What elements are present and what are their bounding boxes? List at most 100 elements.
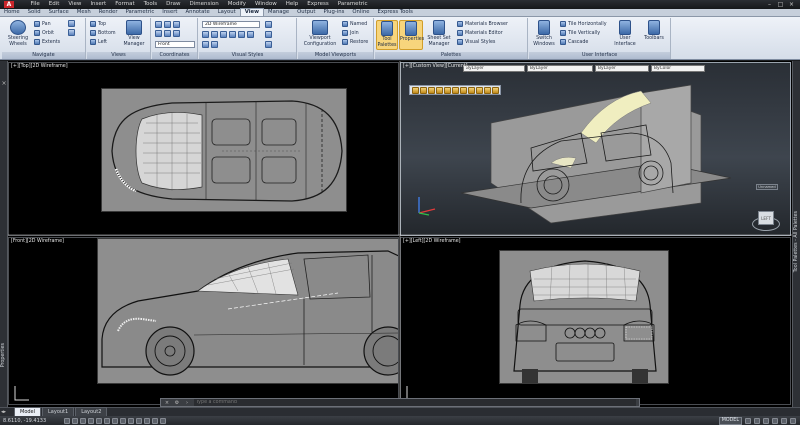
lineweight-toggle-icon[interactable] (136, 417, 142, 424)
grid-toggle-icon[interactable] (72, 417, 78, 424)
annotation-scale-icon[interactable] (754, 417, 760, 424)
ucs-zaxis-icon[interactable] (164, 30, 171, 37)
tile-horizontally-button[interactable]: Tile Horizontally (560, 20, 607, 28)
tab-plug-ins[interactable]: Plug-ins (320, 8, 349, 16)
tool-palettes-button[interactable]: Tool Palettes (376, 20, 398, 50)
view-manager-button[interactable]: View Manager (119, 20, 149, 50)
dyn-toggle-icon[interactable] (128, 417, 134, 424)
ucs-icon[interactable] (155, 21, 162, 28)
isolate-objects-icon[interactable] (781, 417, 787, 424)
3dosnap-toggle-icon[interactable] (104, 417, 110, 424)
layout-tab-model[interactable]: Model (14, 407, 42, 416)
edge-jitter-icon[interactable] (265, 41, 272, 48)
otrack-toggle-icon[interactable] (112, 417, 118, 424)
panel-title-user-interface: User Interface (529, 52, 670, 59)
edges-icon[interactable] (211, 31, 218, 38)
viewport-front-label[interactable]: [Front][2D Wireframe] (11, 239, 64, 244)
visual-style-slider-icon[interactable] (265, 21, 272, 28)
panel-title-views: Views (87, 52, 150, 59)
tile-vertically-button[interactable]: Tile Vertically (560, 29, 600, 37)
opacity-icon[interactable] (211, 41, 218, 48)
pan-button[interactable]: Pan (34, 20, 51, 28)
materials-editor-button[interactable]: Materials Editor (457, 29, 503, 37)
view-top-icon (90, 21, 96, 27)
command-input[interactable] (194, 399, 636, 406)
tab-output[interactable]: Output (293, 8, 319, 16)
tab-express-tools[interactable]: Express Tools (373, 8, 416, 16)
lighting-icon[interactable] (229, 31, 236, 38)
showmotion-icon[interactable] (68, 29, 75, 36)
ucs-previous-icon[interactable] (173, 21, 180, 28)
extents-button[interactable]: Extents (34, 38, 60, 46)
tab-nav-arrows-icon[interactable]: ◂▸ (1, 409, 6, 415)
properties-button[interactable]: Properties (399, 20, 424, 50)
join-viewports-button[interactable]: Join (342, 29, 359, 37)
viewport-custom-label[interactable]: [+][Custom View][Current] (403, 64, 468, 69)
materials-browser-button[interactable]: Materials Browser (457, 20, 508, 28)
polar-toggle-icon[interactable] (88, 417, 94, 424)
layout-tab-layout2[interactable]: Layout2 (75, 407, 108, 416)
tab-surface[interactable]: Surface (45, 8, 73, 16)
viewport-left-label[interactable]: [+][Left][2D Wireframe] (403, 239, 461, 244)
ucs-world-icon[interactable] (164, 21, 171, 28)
quick-properties-toggle-icon[interactable] (152, 417, 158, 424)
quick-view-layouts-icon[interactable] (745, 417, 751, 424)
model-space-button[interactable]: MODEL (718, 416, 742, 425)
tab-view[interactable]: View (239, 8, 265, 16)
materials-icon[interactable] (238, 31, 245, 38)
maximize-icon[interactable]: □ (776, 1, 785, 8)
command-settings-icon[interactable]: ⚙ (173, 400, 181, 406)
tab-annotate[interactable]: Annotate (181, 8, 213, 16)
view-left-button[interactable]: Left (90, 38, 107, 46)
minimize-icon[interactable]: – (765, 1, 774, 8)
visual-style-combo[interactable]: 2D Wireframe (202, 21, 260, 28)
tab-insert[interactable]: Insert (158, 8, 181, 16)
tab-online[interactable]: Online (348, 8, 373, 16)
tab-home[interactable]: Home (0, 8, 24, 16)
close-icon[interactable]: × (787, 1, 796, 8)
close-command-line-icon[interactable]: × (163, 400, 171, 406)
tab-manage[interactable]: Manage (264, 8, 293, 16)
tab-mesh[interactable]: Mesh (73, 8, 95, 16)
ortho-toggle-icon[interactable] (80, 417, 86, 424)
x-ray-icon[interactable] (247, 31, 254, 38)
clean-screen-icon[interactable] (790, 417, 796, 424)
visual-styles-palette-button[interactable]: Visual Styles (457, 38, 495, 46)
edge-color-icon[interactable] (265, 31, 272, 38)
workspace-switching-icon[interactable] (763, 417, 769, 424)
transparency-toggle-icon[interactable] (144, 417, 150, 424)
orbit-button[interactable]: Orbit (34, 29, 54, 37)
face-style-icon[interactable] (220, 31, 227, 38)
cascade-button[interactable]: Cascade (560, 38, 588, 46)
selection-cycling-toggle-icon[interactable] (160, 417, 166, 424)
view-manager-icon (126, 20, 142, 35)
tab-render[interactable]: Render (95, 8, 122, 16)
ucs-combo[interactable]: Front (155, 41, 195, 48)
viewport-configuration-button[interactable]: Viewport Configuration (300, 20, 340, 50)
named-viewports-button[interactable]: Named (342, 20, 367, 28)
ucs-3point-icon[interactable] (173, 30, 180, 37)
ducs-toggle-icon[interactable] (120, 417, 126, 424)
restore-viewports-button[interactable]: Restore (342, 38, 368, 46)
drawing-area[interactable]: × Properties Tool Palettes - All Palette… (0, 61, 800, 407)
tab-solid[interactable]: Solid (24, 8, 45, 16)
coordinate-readout[interactable]: 8.6110, -19.4133 (0, 418, 60, 424)
view-bottom-button[interactable]: Bottom (90, 29, 116, 37)
tab-layout[interactable]: Layout (214, 8, 240, 16)
lock-icon[interactable] (772, 417, 778, 424)
ucs-origin-icon[interactable] (155, 30, 162, 37)
user-interface-button[interactable]: User Interface (611, 20, 639, 50)
viewport-top-label[interactable]: [+][Top][2D Wireframe] (11, 64, 68, 69)
view-top-button[interactable]: Top (90, 20, 106, 28)
zoom-icon[interactable] (68, 20, 75, 27)
switch-windows-button[interactable]: Switch Windows (530, 20, 558, 50)
snap-toggle-icon[interactable] (64, 417, 70, 424)
tab-parametric[interactable]: Parametric (122, 8, 159, 16)
osnap-toggle-icon[interactable] (96, 417, 102, 424)
sheet-set-manager-button[interactable]: Sheet Set Manager (425, 20, 453, 50)
toolbars-button[interactable]: Toolbars (640, 20, 668, 50)
layout-tab-layout1[interactable]: Layout1 (42, 407, 75, 416)
shadows-icon[interactable] (202, 31, 209, 38)
steering-wheels-button[interactable]: Steering Wheels (3, 20, 33, 50)
color-icon[interactable] (202, 41, 209, 48)
